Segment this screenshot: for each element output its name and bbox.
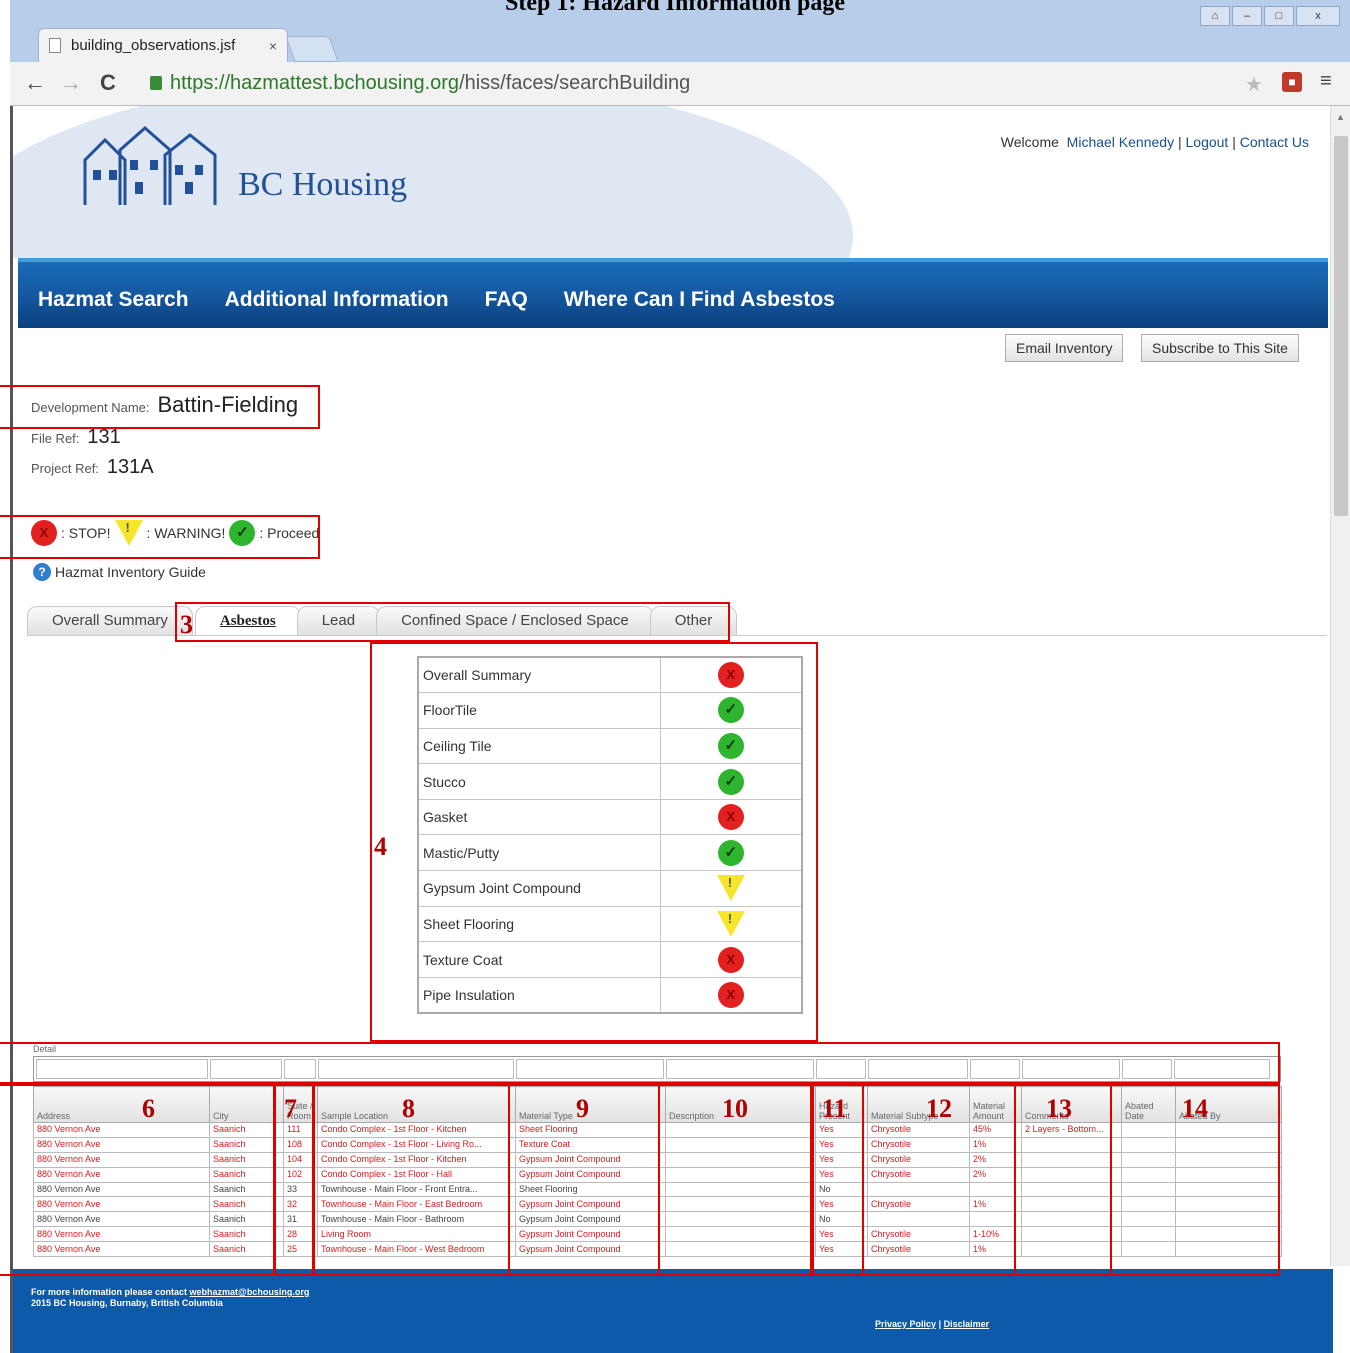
logout-link[interactable]: Logout: [1186, 134, 1229, 150]
separator: |: [1177, 134, 1182, 150]
annotation-number: 4: [374, 832, 387, 861]
annotation-number: 14: [1182, 1094, 1208, 1123]
annotation-number: 9: [576, 1094, 589, 1123]
user-name-link[interactable]: Michael Kennedy: [1067, 134, 1174, 150]
footer-links: Privacy Policy | Disclaimer: [875, 1319, 989, 1329]
site-header: BC Housing Welcome Michael Kennedy | Log…: [13, 106, 1333, 258]
separator: |: [1232, 134, 1236, 150]
page-icon: [49, 38, 61, 53]
bookmark-star-icon[interactable]: ★: [1245, 72, 1263, 97]
annotation-box-legend: [0, 515, 320, 559]
file-ref-label: File Ref:: [31, 431, 80, 446]
scroll-thumb[interactable]: [1334, 136, 1348, 516]
pdf-extension-icon[interactable]: ■: [1282, 72, 1302, 92]
disclaimer-link[interactable]: Disclaimer: [944, 1319, 990, 1329]
guide-label: Hazmat Inventory Guide: [55, 564, 206, 580]
url-path: /hiss/faces/searchBuilding: [459, 71, 691, 94]
new-tab-button[interactable]: [285, 36, 339, 62]
site-footer: For more information please contact webh…: [13, 1269, 1333, 1353]
annotation-box-detail-filter: [0, 1042, 1280, 1084]
project-ref-row: Project Ref: 131A: [31, 456, 154, 479]
url-host: https://hazmattest.bchousing.org: [170, 71, 460, 94]
document-heading: Step 1: Hazard Information page: [505, 0, 845, 16]
footer-info: For more information please contact webh…: [31, 1287, 309, 1309]
email-inventory-button[interactable]: Email Inventory: [1005, 334, 1124, 362]
welcome-text: Welcome: [1000, 134, 1059, 150]
annotation-number: 6: [142, 1094, 155, 1123]
contact-us-link[interactable]: Contact Us: [1240, 134, 1309, 150]
footer-email-link[interactable]: webhazmat@bchousing.org: [190, 1287, 310, 1297]
annotation-box-tabs: [175, 602, 730, 642]
annotation-number: 3: [180, 610, 193, 639]
annotation-box-address: [0, 1084, 276, 1276]
annotation-box-summary: [370, 642, 818, 1042]
annotation-box-development: [0, 385, 320, 429]
browser-tab[interactable]: building_observations.jsf ×: [38, 28, 288, 62]
browser-toolbar: ← → C https://hazmattest.bchousing.org/h…: [10, 62, 1350, 106]
annotation-number: 8: [402, 1094, 415, 1123]
nav-where-can-i-find-asbestos[interactable]: Where Can I Find Asbestos: [564, 288, 835, 312]
menu-icon[interactable]: ≡: [1320, 70, 1332, 93]
back-arrow-icon[interactable]: ←: [24, 70, 46, 96]
hazmat-guide-link[interactable]: ? Hazmat Inventory Guide: [33, 563, 206, 581]
tab-title: building_observations.jsf: [71, 37, 236, 54]
main-nav: Hazmat Search Additional Information FAQ…: [18, 258, 1328, 328]
annotation-number: 11: [822, 1094, 847, 1123]
file-ref-row: File Ref: 131: [31, 426, 121, 449]
reload-icon[interactable]: C: [100, 70, 116, 96]
project-ref-value: 131A: [106, 456, 154, 478]
subscribe-button[interactable]: Subscribe to This Site: [1141, 334, 1299, 362]
annotation-number: 13: [1046, 1094, 1072, 1123]
tab-close-icon[interactable]: ×: [269, 38, 277, 54]
lock-icon: [150, 76, 162, 90]
privacy-policy-link[interactable]: Privacy Policy: [875, 1319, 936, 1329]
vertical-scrollbar[interactable]: ▲: [1330, 106, 1350, 1266]
nav-additional-information[interactable]: Additional Information: [225, 288, 449, 312]
annotation-number: 7: [284, 1094, 297, 1123]
footer-copyright: 2015 BC Housing, Burnaby, British Columb…: [31, 1298, 223, 1308]
annotation-number: 12: [926, 1094, 952, 1123]
scroll-up-arrow-icon[interactable]: ▲: [1336, 112, 1345, 122]
address-bar[interactable]: https://hazmattest.bchousing.org/hiss/fa…: [150, 68, 1240, 98]
bc-housing-logo: [83, 126, 217, 205]
nav-hazmat-search[interactable]: Hazmat Search: [38, 288, 189, 312]
brand-name: BC Housing: [238, 166, 408, 203]
file-ref-value: 131: [87, 426, 121, 448]
footer-separator: |: [938, 1319, 942, 1329]
nav-faq[interactable]: FAQ: [485, 288, 528, 312]
footer-info-prefix: For more information please contact: [31, 1287, 188, 1297]
tab-overall-summary[interactable]: Overall Summary: [27, 606, 193, 636]
forward-arrow-icon[interactable]: →: [60, 70, 82, 96]
project-ref-label: Project Ref:: [31, 461, 99, 476]
help-icon: ?: [33, 563, 51, 581]
annotation-number: 10: [722, 1094, 748, 1123]
screenshot-page: ⌂ – □ x building_observations.jsf × ← → …: [0, 0, 1350, 1353]
user-menu: Welcome Michael Kennedy | Logout | Conta…: [1001, 134, 1309, 150]
